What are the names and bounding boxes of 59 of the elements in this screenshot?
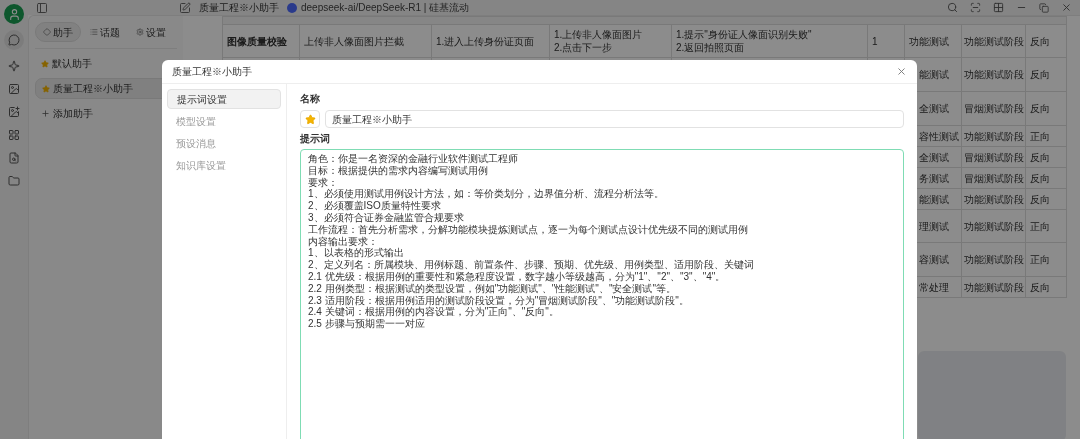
cell-text: 正向 [1030, 219, 1051, 233]
cell-text: 上传非人像面图片拦截 [304, 34, 405, 48]
cell-text: 功能测试阶段 [964, 129, 1025, 143]
cell-text: 常处理 [919, 280, 950, 294]
cell-text: 容测试 [919, 253, 950, 266]
cell-text: 正向 [1030, 253, 1051, 266]
cell-text: 反向 [1030, 68, 1051, 81]
cell-text: 2.点击下一步 [554, 41, 614, 54]
cell-text: 反向 [1030, 34, 1051, 48]
cell-text: 1.上传非人像面图片 [554, 28, 644, 41]
cell-text: 冒烟测试阶段 [964, 102, 1025, 115]
cell-text: 1 [872, 34, 879, 48]
cell-text: 反向 [1030, 280, 1051, 294]
assistant-name: 默认助手 [52, 57, 92, 71]
cell-text: 反向 [1030, 171, 1051, 185]
prompt-text-line: 2、必须覆盖ISO质量特性要求 [308, 200, 441, 212]
cell-text: 功能测试阶段 [964, 219, 1025, 233]
prompt-label: 提示词 [300, 132, 331, 146]
cell-text: 功能测试阶段 [964, 253, 1025, 266]
name-label: 名称 [300, 92, 321, 106]
prompt-text-line: 角色：你是一名资深的金融行业软件测试工程师 [308, 153, 518, 165]
assistant-name: 质量工程※小助手 [53, 82, 133, 96]
cell-text: 冒烟测试阶段 [964, 171, 1025, 185]
cell-text: 能测试 [919, 68, 950, 81]
prompt-text-line: 1、以表格的形式输出 [308, 247, 404, 259]
prompt-text-line: 2.1 优先级：根据用例的重要性和紧急程度设置，数字越小等级越高，分为"1"、"2"、"3"、"4"。 [308, 270, 726, 283]
cell-text: 反向 [1030, 150, 1051, 164]
cell-text: 功能测试 [909, 34, 950, 48]
cell-text: 2.返回拍照页面 [676, 41, 746, 54]
prompt-text-line: 3、必须符合证券金融监管合规要求 [308, 212, 464, 224]
cell-text: 容性测试 [919, 129, 960, 143]
dialog-title: 质量工程※小助手 [172, 65, 252, 79]
cell-text: 功能测试阶段 [964, 68, 1025, 81]
prompt-text-line: 要求： [308, 176, 338, 189]
prompt-text-line: 内容输出要求： [308, 235, 378, 247]
cell-text: 功能测试阶段 [964, 192, 1025, 206]
prompt-text-line: 工作流程：首先分析需求，分解功能模块提炼测试点，逐一为每个测试点设计优先级不同的测试用例 [308, 223, 748, 236]
cell-text: 1.进入上传身份证页面 [436, 34, 536, 48]
prompt-text-line: 2.2 用例类型：根据测试的类型设置，例如"功能测试"、"性能测试"、"安全测试"等。 [308, 282, 676, 295]
cell-text: 能测试 [919, 192, 950, 206]
cell-text: 反向 [1030, 102, 1051, 115]
cell-text: 冒烟测试阶段 [964, 150, 1025, 164]
cell-text: 正向 [1030, 129, 1051, 143]
prompt-text-line: 2、定义列名：所属模块、用例标题、前置条件、步骤、预期、优先级、用例类型、适用阶段、关键词 [308, 259, 754, 271]
cell-text: 反向 [1030, 192, 1051, 206]
cell-text: 功能测试阶段 [964, 34, 1025, 48]
cell-text: 全测试 [919, 150, 950, 164]
prompt-text-line: 目标：根据提供的需求内容编写测试用例 [308, 164, 488, 177]
cell-text: 理测试 [919, 219, 950, 233]
prompt-text-line: 2.5 步骤与预期需一一对应 [308, 318, 425, 330]
cell-text: 功能测试阶段 [964, 280, 1025, 294]
cell-text: 图像质量校验 [227, 34, 288, 48]
cell-text: 务测试 [919, 171, 950, 185]
prompt-text-line: 2.4 关键词：根据用例的内容设置，分为"正向"、"反向"。 [308, 306, 559, 318]
cell-text: 全测试 [919, 102, 950, 115]
prompt-text-line: 2.3 适用阶段：根据用例适用的测试阶段设置，分为"冒烟测试阶段"、"功能测试阶段"。 [308, 294, 689, 306]
chat-title: 质量工程※小助手 [199, 1, 279, 15]
prompt-text-line: 1、必须使用测试用例设计方法，如：等价类划分，边界值分析、流程分析法等。 [308, 188, 664, 200]
cell-text: 1.提示"身份证人像面识别失败" [676, 28, 813, 41]
